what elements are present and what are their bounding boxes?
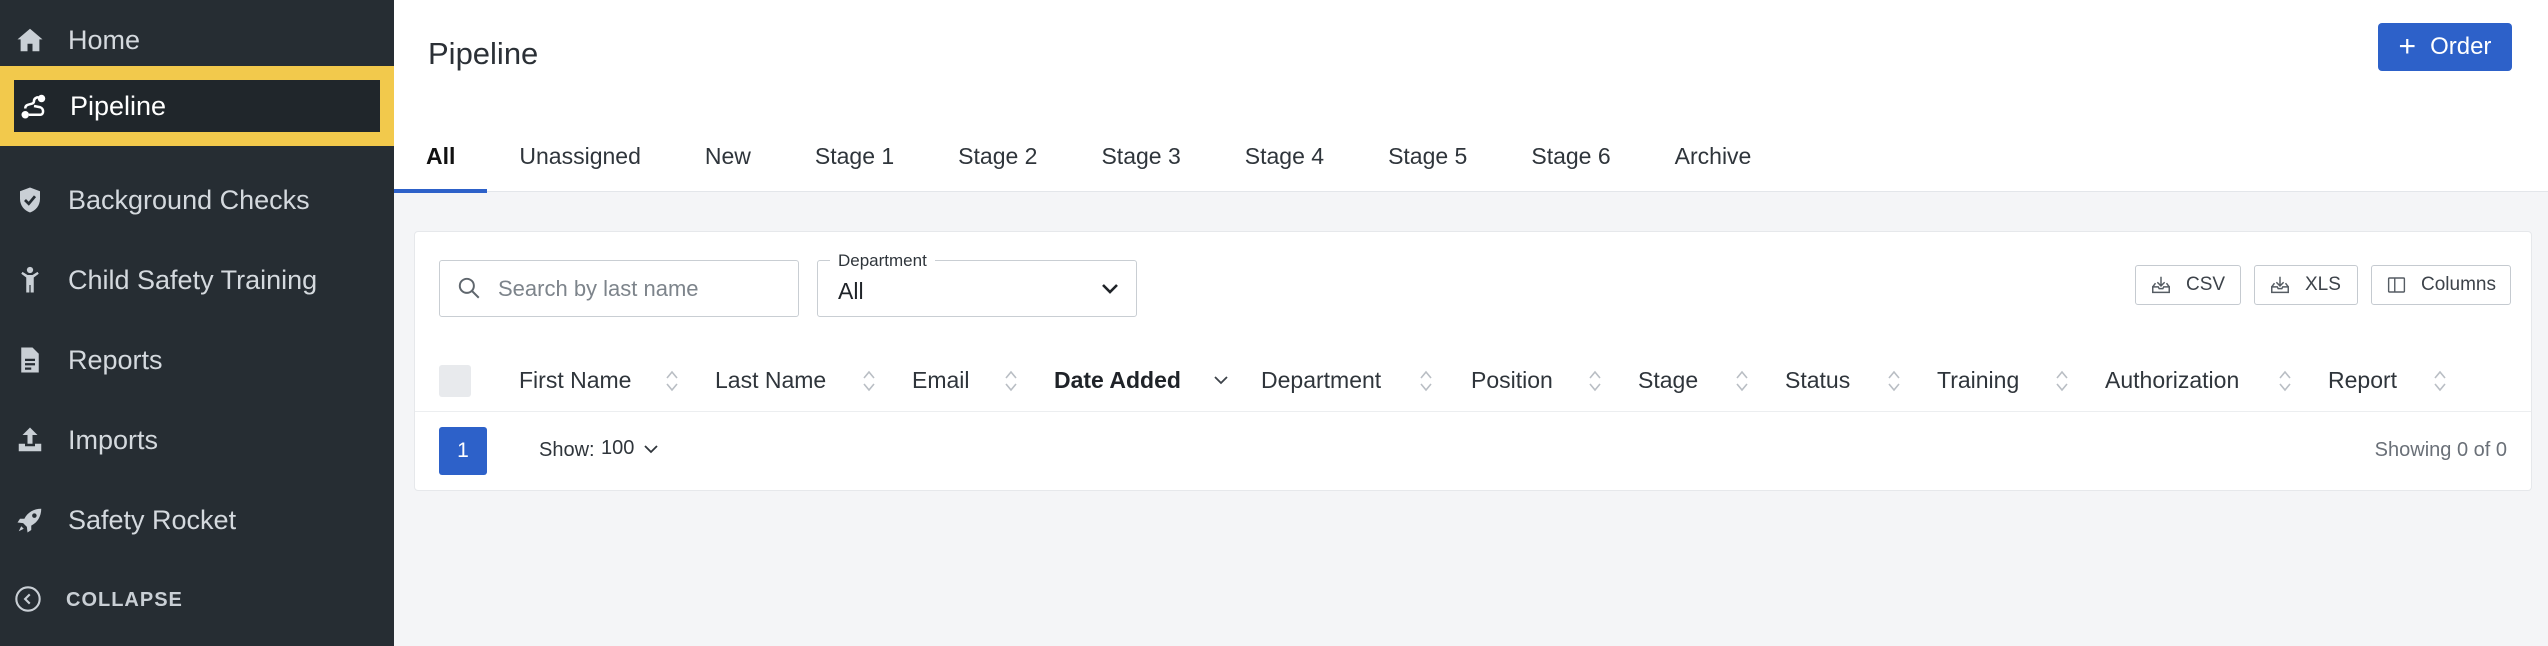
column-report[interactable]: Report bbox=[2328, 348, 2397, 412]
columns-label: Columns bbox=[2421, 274, 2496, 295]
page-size-select[interactable]: 100 bbox=[601, 437, 660, 460]
sort-icon[interactable] bbox=[1588, 368, 1602, 394]
sort-icon[interactable] bbox=[862, 368, 876, 394]
tab-stage-2[interactable]: Stage 2 bbox=[926, 120, 1069, 192]
select-all-checkbox[interactable] bbox=[439, 365, 471, 397]
sidebar-item-background-checks[interactable]: Background Checks bbox=[0, 160, 394, 240]
sidebar-item-label: Child Safety Training bbox=[68, 264, 318, 295]
page-1-button[interactable]: 1 bbox=[439, 427, 487, 475]
column-first-name[interactable]: First Name bbox=[519, 348, 631, 412]
result-count: Showing 0 of 0 bbox=[2374, 439, 2507, 461]
sort-icon[interactable] bbox=[2278, 368, 2292, 394]
sort-icon[interactable] bbox=[1004, 368, 1018, 394]
columns-icon bbox=[2387, 277, 2406, 293]
sidebar-item-imports[interactable]: Imports bbox=[0, 400, 394, 480]
search-input[interactable] bbox=[498, 275, 788, 302]
upload-icon bbox=[14, 424, 46, 456]
search-icon bbox=[456, 275, 484, 303]
column-last-name[interactable]: Last Name bbox=[715, 348, 826, 412]
shield-icon bbox=[14, 184, 46, 216]
collapse-label: COLLAPSE bbox=[66, 588, 183, 611]
department-label: Department bbox=[830, 251, 935, 271]
chevron-down-icon bbox=[1098, 277, 1122, 301]
plus-icon: + bbox=[2398, 30, 2417, 63]
rocket-icon bbox=[14, 504, 46, 536]
page-size-value: 100 bbox=[601, 437, 635, 459]
search-field[interactable] bbox=[439, 260, 799, 317]
tab-stage-4[interactable]: Stage 4 bbox=[1213, 120, 1356, 192]
tab-stage-1[interactable]: Stage 1 bbox=[783, 120, 926, 192]
sidebar-item-child-safety-training[interactable]: Child Safety Training bbox=[0, 240, 394, 320]
page-title: Pipeline bbox=[428, 36, 539, 71]
pipeline-icon bbox=[18, 90, 50, 122]
column-stage[interactable]: Stage bbox=[1638, 348, 1698, 412]
csv-label: CSV bbox=[2186, 274, 2226, 295]
sidebar-item-label: Imports bbox=[68, 424, 159, 455]
column-email[interactable]: Email bbox=[912, 348, 970, 412]
tab-stage-6[interactable]: Stage 6 bbox=[1499, 120, 1642, 192]
tab-unassigned[interactable]: Unassigned bbox=[487, 120, 672, 192]
stage-tabs: All Unassigned New Stage 1 Stage 2 Stage… bbox=[394, 120, 1784, 193]
tab-stage-5[interactable]: Stage 5 bbox=[1356, 120, 1499, 192]
sidebar-item-label: Pipeline bbox=[70, 90, 167, 121]
download-tray-icon bbox=[2271, 276, 2289, 294]
document-icon bbox=[14, 344, 46, 376]
column-position[interactable]: Position bbox=[1471, 348, 1553, 412]
sidebar-item-label: Home bbox=[68, 24, 141, 55]
sort-descending-icon[interactable] bbox=[1211, 370, 1231, 390]
child-icon bbox=[14, 264, 46, 296]
column-date-added[interactable]: Date Added bbox=[1054, 348, 1181, 412]
home-icon bbox=[14, 24, 46, 56]
tab-archive[interactable]: Archive bbox=[1643, 120, 1784, 192]
sidebar-item-label: Background Checks bbox=[68, 184, 310, 215]
order-button[interactable]: + Order bbox=[2378, 23, 2512, 71]
export-csv-button[interactable]: CSV bbox=[2135, 265, 2241, 305]
show-label: Show: bbox=[539, 439, 595, 461]
sidebar-item-label: Safety Rocket bbox=[68, 504, 237, 535]
order-button-label: Order bbox=[2430, 33, 2492, 60]
export-xls-button[interactable]: XLS bbox=[2254, 265, 2358, 305]
sidebar-item-label: Reports bbox=[68, 344, 163, 375]
xls-label: XLS bbox=[2305, 274, 2341, 295]
sort-icon[interactable] bbox=[2433, 368, 2447, 394]
collapse-button[interactable]: COLLAPSE bbox=[0, 570, 394, 630]
columns-button[interactable]: Columns bbox=[2371, 265, 2511, 305]
sidebar-item-safety-rocket[interactable]: Safety Rocket bbox=[0, 480, 394, 560]
chevron-down-icon bbox=[644, 444, 659, 453]
sort-icon[interactable] bbox=[665, 368, 679, 394]
chevron-left-circle-icon bbox=[14, 585, 44, 615]
sort-icon[interactable] bbox=[2055, 368, 2069, 394]
sort-icon[interactable] bbox=[1735, 368, 1749, 394]
download-tray-icon bbox=[2152, 276, 2170, 294]
sidebar: Home Pipeline Background Checks Child Sa… bbox=[0, 0, 394, 646]
department-value: All bbox=[838, 278, 864, 304]
tab-new[interactable]: New bbox=[673, 120, 783, 192]
tab-all[interactable]: All bbox=[394, 120, 488, 193]
column-department[interactable]: Department bbox=[1261, 348, 1381, 412]
sort-icon[interactable] bbox=[1887, 368, 1901, 394]
pipeline-table-card: Department All CSV XLS Columns First Nam… bbox=[414, 231, 2532, 491]
table-header: First Name Last Name Email Date Added De… bbox=[415, 348, 2531, 412]
sidebar-item-pipeline[interactable]: Pipeline bbox=[0, 66, 394, 146]
column-authorization[interactable]: Authorization bbox=[2105, 348, 2239, 412]
sidebar-item-reports[interactable]: Reports bbox=[0, 320, 394, 400]
sort-icon[interactable] bbox=[1419, 368, 1433, 394]
tab-stage-3[interactable]: Stage 3 bbox=[1069, 120, 1212, 192]
column-status[interactable]: Status bbox=[1785, 348, 1850, 412]
department-select[interactable]: Department All bbox=[817, 251, 1137, 317]
page-header: Pipeline + Order All Unassigned New Stag… bbox=[394, 0, 2548, 193]
column-training[interactable]: Training bbox=[1937, 348, 2019, 412]
